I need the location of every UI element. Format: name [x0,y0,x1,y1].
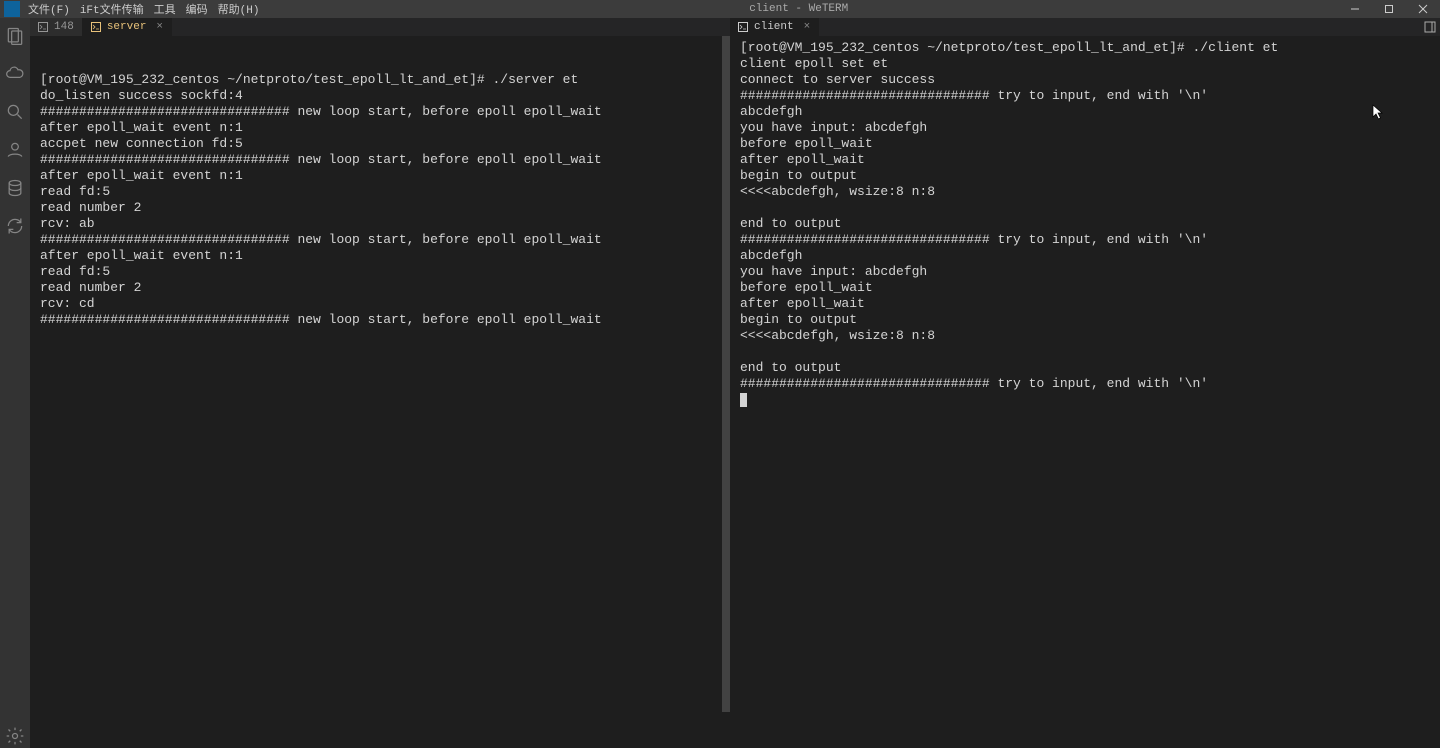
app-icon [4,1,20,17]
terminal-icon [738,22,748,32]
window-title: client - WeTERM [259,3,1338,15]
terminal-line: connect to server success [740,72,1430,88]
terminal-line: rcv: cd [40,296,720,312]
tab-148[interactable]: 148 [30,18,83,36]
panel-icon[interactable] [1420,18,1440,36]
search-icon[interactable] [3,100,27,124]
terminal-line: ################################ new loo… [40,104,720,120]
terminal-line: read fd:5 [40,264,720,280]
terminal-line [740,344,1430,360]
terminal-line: begin to output [740,168,1430,184]
maximize-button[interactable] [1372,0,1406,18]
terminal-line: you have input: abcdefgh [740,120,1430,136]
terminal-line: end to output [740,216,1430,232]
terminal-icon [38,22,48,32]
right-terminal[interactable]: [root@VM_195_232_centos ~/netproto/test_… [730,36,1440,748]
split-panes: 148 server × [root@VM_195_232_centos ~/n… [30,18,1440,748]
left-terminal[interactable]: [root@VM_195_232_centos ~/netproto/test_… [30,36,730,748]
terminal-line: read number 2 [40,280,720,296]
terminal-line: <<<<abcdefgh, wsize:8 n:8 [740,328,1430,344]
cloud-icon[interactable] [3,62,27,86]
cursor [740,393,747,407]
close-icon[interactable]: × [804,21,811,33]
main-area: 148 server × [root@VM_195_232_centos ~/n… [0,18,1440,748]
terminal-line: after epoll_wait event n:1 [40,248,720,264]
terminal-line: ################################ new loo… [40,152,720,168]
terminal-line: ################################ try to … [740,232,1430,248]
left-tabbar: 148 server × [30,18,730,36]
terminal-line: abcdefgh [740,248,1430,264]
tab-label: client [754,21,794,33]
terminal-line: before epoll_wait [740,280,1430,296]
database-icon[interactable] [3,176,27,200]
terminal-line: after epoll_wait event n:1 [40,120,720,136]
terminal-line: abcdefgh [740,104,1430,120]
terminal-line: after epoll_wait event n:1 [40,168,720,184]
menu-bar: 文件(F) iFt文件传输 工具 编码 帮助(H) [24,1,259,17]
window-controls [1338,0,1440,18]
terminal-line: before epoll_wait [740,136,1430,152]
terminal-line: ################################ new loo… [40,232,720,248]
menu-encoding[interactable]: 编码 [186,1,208,17]
scrollbar-thumb[interactable] [722,36,730,712]
activity-bar [0,18,30,748]
tab-label: server [107,21,147,33]
terminal-icon [91,22,101,32]
tab-server[interactable]: server × [83,18,172,36]
close-icon[interactable]: × [156,21,163,33]
terminal-line [740,200,1430,216]
menu-help[interactable]: 帮助(H) [218,1,260,17]
menu-file[interactable]: 文件(F) [28,1,70,17]
left-pane: 148 server × [root@VM_195_232_centos ~/n… [30,18,730,748]
terminal-line: read number 2 [40,200,720,216]
settings-icon[interactable] [3,724,27,748]
close-button[interactable] [1406,0,1440,18]
terminal-line: client epoll set et [740,56,1430,72]
terminal-line: do_listen success sockfd:4 [40,88,720,104]
tab-client[interactable]: client × [730,18,819,36]
minimize-button[interactable] [1338,0,1372,18]
person-icon[interactable] [3,138,27,162]
terminal-line: [root@VM_195_232_centos ~/netproto/test_… [40,72,720,88]
terminal-line: end to output [740,360,1430,376]
right-pane: client × [root@VM_195_232_centos ~/netpr… [730,18,1440,748]
terminal-line: ################################ try to … [740,376,1430,392]
refresh-icon[interactable] [3,214,27,238]
terminal-line: begin to output [740,312,1430,328]
terminal-line: ################################ new loo… [40,312,720,328]
terminal-line: read fd:5 [40,184,720,200]
menu-transfer[interactable]: iFt文件传输 [80,1,144,17]
terminal-line: after epoll_wait [740,296,1430,312]
terminal-line [740,392,1430,408]
terminal-line: after epoll_wait [740,152,1430,168]
scrollbar[interactable] [722,36,730,748]
menu-tools[interactable]: 工具 [154,1,176,17]
right-tabbar: client × [730,18,1440,36]
terminal-line: [root@VM_195_232_centos ~/netproto/test_… [740,40,1430,56]
terminal-line: <<<<abcdefgh, wsize:8 n:8 [740,184,1430,200]
files-icon[interactable] [3,24,27,48]
terminal-line: you have input: abcdefgh [740,264,1430,280]
terminal-line: rcv: ab [40,216,720,232]
tab-label: 148 [54,21,74,33]
terminal-line: accpet new connection fd:5 [40,136,720,152]
terminal-line: ################################ try to … [740,88,1430,104]
titlebar: 文件(F) iFt文件传输 工具 编码 帮助(H) client - WeTER… [0,0,1440,18]
